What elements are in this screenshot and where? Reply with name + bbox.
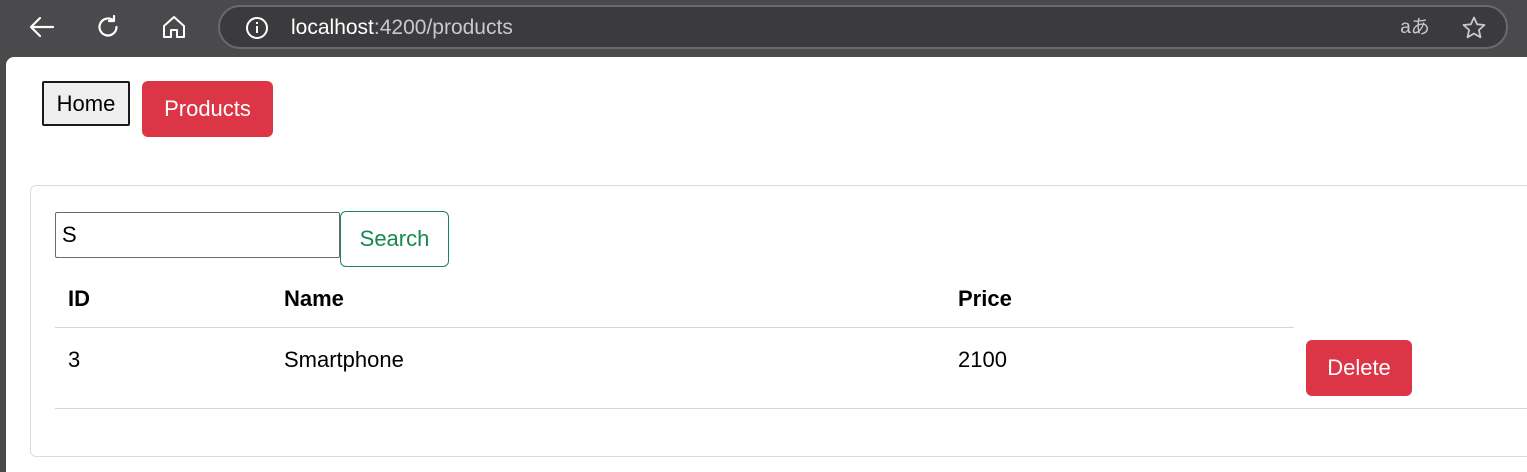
- cell-id: 3: [68, 347, 81, 372]
- browser-toolbar: localhost:4200/products aあ: [0, 0, 1527, 57]
- back-arrow-icon[interactable]: [22, 8, 62, 46]
- translate-icon[interactable]: aあ: [1400, 15, 1430, 41]
- search-button[interactable]: Search: [340, 211, 449, 267]
- column-header-id: ID: [68, 286, 90, 311]
- delete-button[interactable]: Delete: [1306, 340, 1412, 396]
- star-icon[interactable]: [1460, 15, 1488, 41]
- column-header-name: Name: [284, 286, 344, 311]
- page-content: Home Products Search ID Name Price 3 Sma…: [6, 57, 1527, 472]
- url-host: localhost: [291, 16, 374, 39]
- header-divider: [55, 327, 1294, 328]
- cell-price: 2100: [958, 347, 1007, 372]
- reload-icon[interactable]: [88, 8, 128, 46]
- home-icon[interactable]: [154, 8, 194, 46]
- products-card: Search ID Name Price 3 Smartphone 2100 D…: [30, 185, 1527, 457]
- info-icon[interactable]: [244, 15, 270, 41]
- url-path: :4200/products: [373, 16, 513, 39]
- url-text[interactable]: localhost:4200/products: [291, 15, 513, 41]
- home-button[interactable]: Home: [42, 81, 130, 126]
- cell-name: Smartphone: [284, 347, 404, 372]
- products-button[interactable]: Products: [142, 81, 273, 137]
- search-input[interactable]: [55, 212, 340, 258]
- column-header-price: Price: [958, 286, 1012, 311]
- row-divider: [55, 408, 1527, 409]
- address-bar[interactable]: localhost:4200/products aあ: [218, 5, 1508, 49]
